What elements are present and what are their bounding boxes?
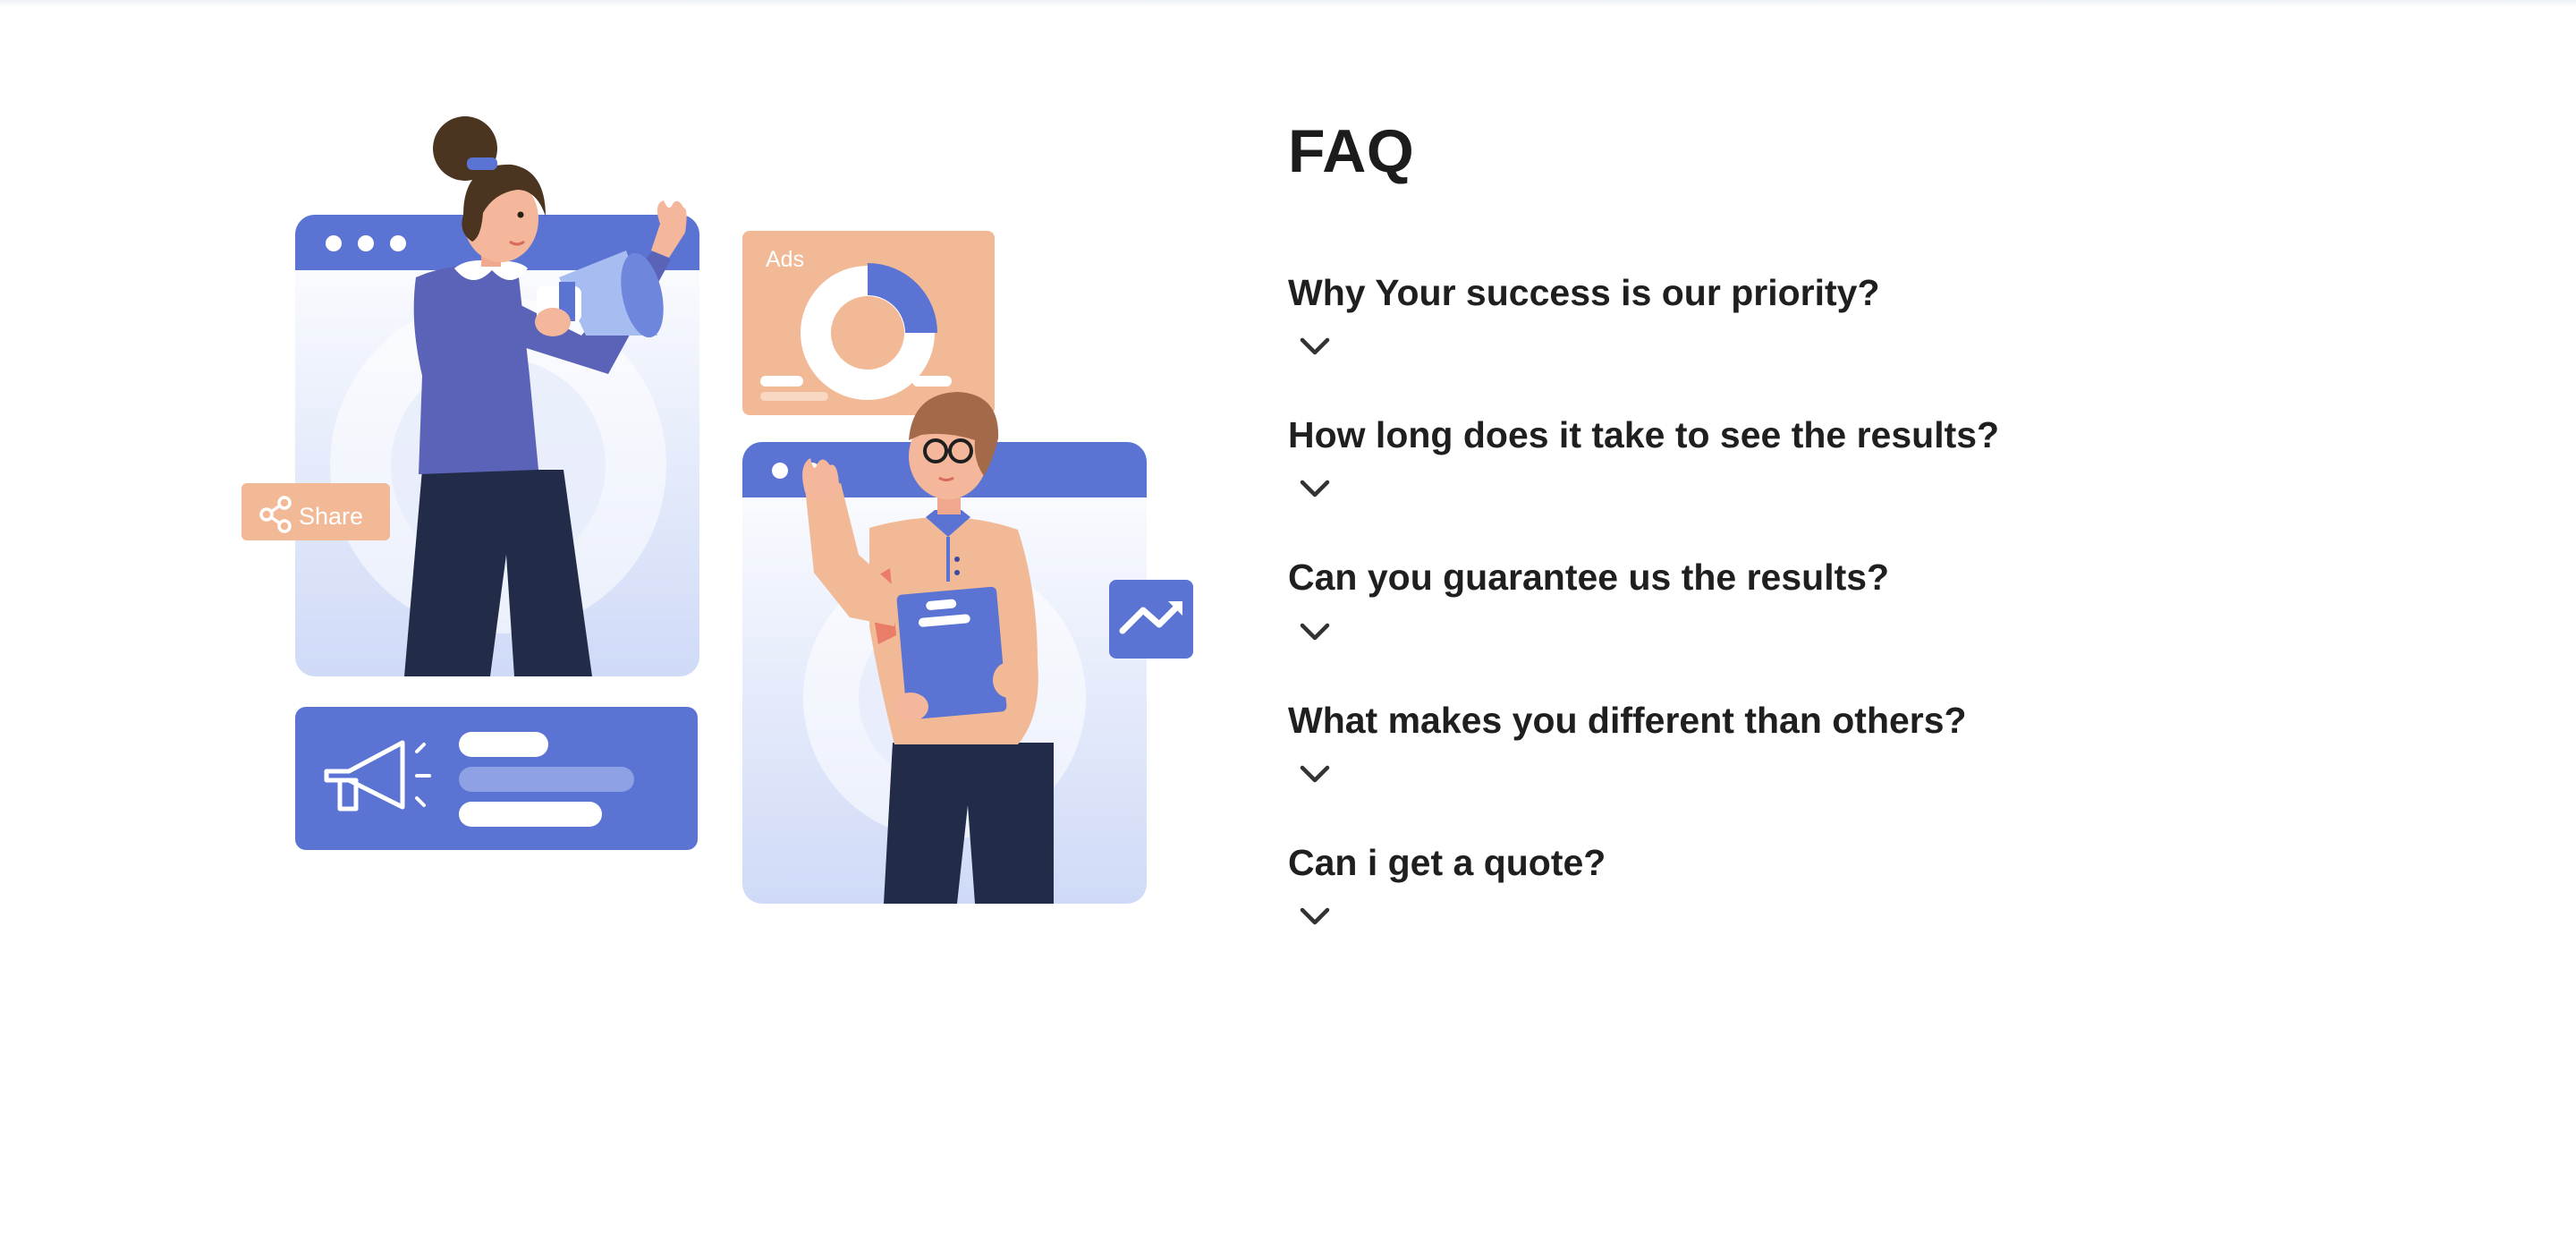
share-badge: Share bbox=[242, 483, 390, 540]
ads-card: Ads bbox=[742, 231, 995, 415]
faq-item[interactable]: Why Your success is our priority? bbox=[1288, 271, 2361, 358]
faq-question[interactable]: What makes you different than others? bbox=[1288, 699, 2361, 743]
top-shadow bbox=[0, 0, 2576, 7]
marketing-illustration: Share Ads bbox=[242, 116, 1193, 904]
faq-item[interactable]: Can i get a quote? bbox=[1288, 841, 2361, 928]
chevron-down-icon[interactable] bbox=[1297, 335, 1333, 358]
share-label: Share bbox=[299, 503, 363, 530]
faq-item[interactable]: What makes you different than others? bbox=[1288, 699, 2361, 786]
faq-question[interactable]: Can i get a quote? bbox=[1288, 841, 2361, 885]
faq-title: FAQ bbox=[1288, 117, 1415, 185]
faq-question[interactable]: Why Your success is our priority? bbox=[1288, 271, 2361, 315]
chevron-down-icon[interactable] bbox=[1297, 762, 1333, 786]
ads-label: Ads bbox=[766, 247, 804, 272]
chevron-down-icon[interactable] bbox=[1297, 620, 1333, 643]
faq-question[interactable]: How long does it take to see the results… bbox=[1288, 413, 2361, 457]
chevron-down-icon[interactable] bbox=[1297, 905, 1333, 928]
campaign-banner bbox=[295, 707, 698, 850]
chevron-down-icon[interactable] bbox=[1297, 477, 1333, 500]
trend-badge bbox=[1109, 580, 1193, 659]
faq-question[interactable]: Can you guarantee us the results? bbox=[1288, 556, 2361, 599]
faq-section: FAQ Why Your success is our priority? Ho… bbox=[1288, 116, 2361, 983]
faq-item[interactable]: Can you guarantee us the results? bbox=[1288, 556, 2361, 642]
faq-item[interactable]: How long does it take to see the results… bbox=[1288, 413, 2361, 500]
